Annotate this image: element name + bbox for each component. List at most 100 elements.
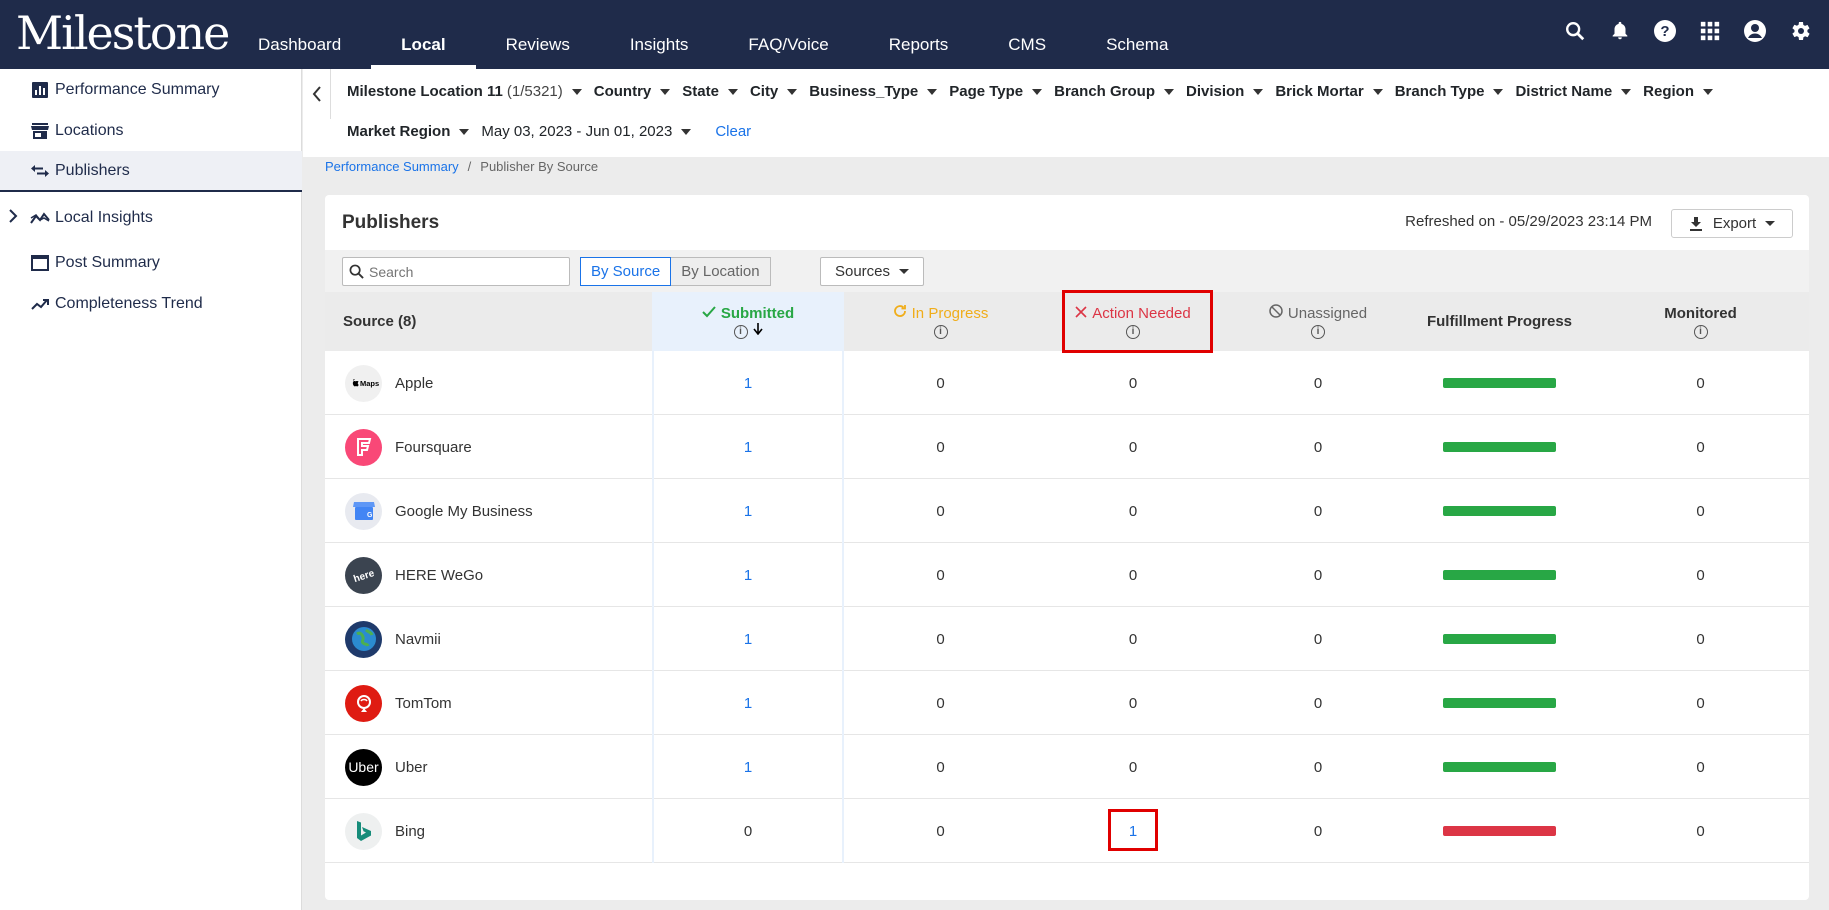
filter-label: City [749,83,779,100]
filter-label: Branch Type [1394,83,1485,100]
svg-text:here: here [352,568,376,583]
breadcrumb-performance-summary[interactable]: Performance Summary [325,159,459,174]
in-progress-count: 0 [936,438,945,456]
fulfillment-progress-bar [1443,826,1556,836]
sidebar-item-performance-summary[interactable]: Performance Summary [0,69,302,110]
filter-business-type[interactable]: Business_Type [809,83,938,100]
by-location-button[interactable]: By Location [671,257,771,286]
date-range-picker[interactable]: May 03, 2023 - Jun 01, 2023 [481,123,692,140]
search-input[interactable] [369,263,559,280]
source-name[interactable]: HERE WeGo [395,567,483,584]
submitted-count[interactable]: 1 [652,415,844,479]
column-header-monitored[interactable]: Monitored i [1592,292,1809,351]
info-icon[interactable]: i [933,325,948,339]
filter-region[interactable]: Region [1643,83,1713,100]
column-header-unassigned[interactable]: Unassigned i [1229,292,1407,351]
source-name[interactable]: Google My Business [395,503,533,520]
filter-page-type[interactable]: Page Type [949,83,1043,100]
notification-bell-icon[interactable] [1607,18,1633,44]
filter-location[interactable]: Milestone Location 11 (1/5321) [347,83,582,100]
apps-grid-icon[interactable] [1697,18,1723,44]
google-my-business-icon: G [345,492,382,530]
info-icon[interactable]: i [1311,325,1325,339]
caret-down-icon [1703,88,1713,95]
by-source-button[interactable]: By Source [580,257,672,286]
source-name[interactable]: Apple [395,375,433,392]
filter-country[interactable]: Country [594,83,671,100]
collapse-sidebar-button[interactable] [303,69,331,119]
filter-city[interactable]: City [749,83,798,100]
nav-faq-voice[interactable]: FAQ/Voice [718,0,858,69]
nav-schema[interactable]: Schema [1076,0,1198,69]
account-icon[interactable] [1742,18,1768,44]
fulfillment-progress-bar [1443,762,1556,772]
fulfillment-progress-bar [1443,698,1556,708]
filter-division[interactable]: Division [1186,83,1264,100]
nav-cms[interactable]: CMS [978,0,1076,69]
info-icon[interactable]: i [1126,324,1140,339]
info-icon[interactable]: i [1693,324,1708,339]
filter-state[interactable]: State [682,83,738,100]
column-header-action-needed[interactable]: Action Needed i [1037,292,1229,351]
svg-text:G: G [367,512,373,519]
filter-branch-type[interactable]: Branch Type [1395,83,1504,100]
fulfillment-cell [1407,607,1592,671]
submitted-count[interactable]: 1 [652,735,844,799]
refreshed-timestamp: Refreshed on - 05/29/2023 23:14 PM [1405,213,1652,230]
source-name[interactable]: TomTom [395,695,452,712]
header-label: Action Needed [1092,304,1191,322]
filter-branch-group[interactable]: Branch Group [1054,83,1174,100]
submitted-count[interactable]: 1 [652,607,844,671]
source-cell: Foursquare [325,415,652,479]
submitted-count[interactable]: 1 [652,351,844,415]
column-header-source[interactable]: Source (8) [325,292,652,351]
help-icon[interactable]: ? [1652,18,1678,44]
nav-reviews[interactable]: Reviews [476,0,600,69]
navmii-icon [345,620,382,658]
in-progress-count: 0 [936,374,945,392]
submitted-count[interactable]: 1 [652,671,844,735]
nav-reports[interactable]: Reports [859,0,979,69]
sidebar-item-publishers[interactable]: Publishers [0,151,302,192]
trend-icon [30,294,50,314]
sidebar-item-local-insights[interactable]: Local Insights [0,197,302,238]
filter-market-region[interactable]: Market Region [347,123,470,140]
export-button[interactable]: Export [1671,209,1793,238]
milestone-logo[interactable]: Milestone [16,6,230,60]
search-icon[interactable] [1562,18,1588,44]
sources-dropdown[interactable]: Sources [820,257,924,286]
column-header-in-progress[interactable]: In Progress i [844,292,1037,351]
submitted-count[interactable]: 1 [652,479,844,543]
monitored-count: 0 [1696,566,1705,584]
chevron-right-icon[interactable] [8,209,18,228]
source-name[interactable]: Foursquare [395,439,472,456]
search-box[interactable] [342,257,570,286]
sidebar-item-completeness-trend[interactable]: Completeness Trend [0,283,302,324]
sidebar-item-label: Post Summary [55,253,160,271]
source-name[interactable]: Navmii [395,631,441,648]
caret-down-icon [660,88,671,95]
column-header-fulfillment-progress[interactable]: Fulfillment Progress [1407,292,1592,351]
nav-dashboard[interactable]: Dashboard [228,0,371,69]
column-header-submitted[interactable]: Submitted i [652,292,844,351]
filter-district-name[interactable]: District Name [1515,83,1632,100]
clear-filters-link[interactable]: Clear [715,123,751,140]
nav-local[interactable]: Local [371,0,476,69]
sidebar-item-locations[interactable]: Locations [0,110,302,151]
caret-down-icon [1253,88,1264,95]
filter-brick-mortar[interactable]: Brick Mortar [1275,83,1383,100]
submitted-count[interactable]: 1 [652,543,844,607]
info-icon[interactable]: i [733,324,748,339]
nav-insights[interactable]: Insights [600,0,719,69]
sidebar-item-post-summary[interactable]: Post Summary [0,242,302,283]
table-header: Source (8) Submitted i In Progress i Act… [325,292,1809,351]
table-row: Bing 0 0 1 0 0 [325,799,1809,863]
sort-down-arrow-icon[interactable] [752,322,763,339]
sidebar-item-label: Local Insights [55,208,153,226]
source-name[interactable]: Uber [395,759,428,776]
action-needed-count: 0 [1128,758,1138,776]
settings-gear-icon[interactable] [1787,18,1813,44]
filter-label: District Name [1515,83,1613,100]
source-name[interactable]: Bing [395,823,425,840]
action-needed-count[interactable]: 1 [1037,799,1229,863]
